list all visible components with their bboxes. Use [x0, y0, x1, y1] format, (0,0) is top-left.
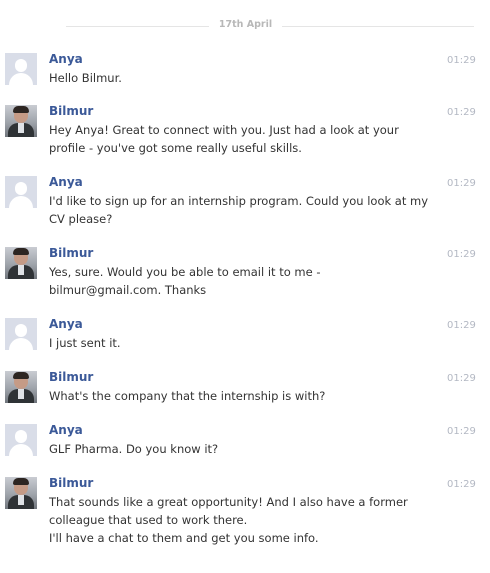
default-profile-icon[interactable]	[5, 53, 37, 85]
date-label: 17th April	[218, 19, 273, 30]
message-timestamp: 01:29	[447, 373, 476, 384]
sender-name[interactable]: Anya	[49, 423, 83, 438]
sender-name[interactable]: Bilmur	[49, 246, 93, 261]
message-timestamp: 01:29	[447, 479, 476, 490]
message-text: GLF Pharma. Do you know it?	[49, 442, 219, 456]
message-timestamp: 01:29	[447, 55, 476, 66]
user-photo-avatar[interactable]	[5, 371, 37, 403]
message-text: Hello Bilmur.	[49, 71, 122, 85]
user-photo-avatar[interactable]	[5, 105, 37, 137]
date-divider: 17th April	[0, 16, 490, 36]
message-text: That sounds like a great opportunity! An…	[49, 495, 408, 545]
message-text: What's the company that the internship i…	[49, 389, 326, 403]
message-timestamp: 01:29	[447, 320, 476, 331]
user-photo-avatar[interactable]	[5, 247, 37, 279]
sender-name[interactable]: Bilmur	[49, 104, 93, 119]
sender-name[interactable]: Anya	[49, 317, 83, 332]
message-timestamp: 01:29	[447, 249, 476, 260]
sender-name[interactable]: Bilmur	[49, 476, 93, 491]
default-profile-icon[interactable]	[5, 176, 37, 208]
sender-name[interactable]: Anya	[49, 52, 83, 67]
sender-name[interactable]: Anya	[49, 175, 83, 190]
message-text: Yes, sure. Would you be able to email it…	[49, 265, 321, 297]
default-profile-icon[interactable]	[5, 318, 37, 350]
message-text: I'd like to sign up for an internship pr…	[49, 194, 429, 226]
message-timestamp: 01:29	[447, 426, 476, 437]
message-text: Hey Anya! Great to connect with you. Jus…	[49, 123, 399, 155]
sender-name[interactable]: Bilmur	[49, 370, 93, 385]
default-profile-icon[interactable]	[5, 424, 37, 456]
divider-line	[282, 26, 474, 27]
divider-line	[66, 26, 209, 27]
message-text: I just sent it.	[49, 336, 121, 350]
message-timestamp: 01:29	[447, 107, 476, 118]
message-timestamp: 01:29	[447, 178, 476, 189]
user-photo-avatar[interactable]	[5, 477, 37, 509]
message-thread: 17th April Anya 01:29 Hello Bilmur. Bilm…	[0, 0, 490, 573]
